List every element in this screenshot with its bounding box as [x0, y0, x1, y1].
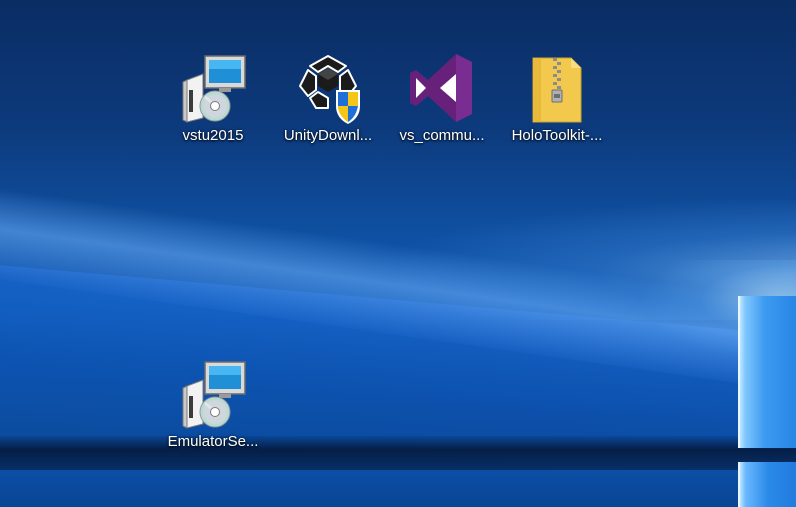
desktop-icon-unitydownload[interactable]: UnityDownl... — [272, 50, 384, 145]
visual-studio-icon — [404, 50, 480, 126]
wallpaper-lower-band — [0, 470, 796, 507]
zip-folder-icon — [519, 50, 595, 126]
desktop-icon-vstu2015[interactable]: vstu2015 — [157, 50, 269, 145]
desktop-icon-vs-community[interactable]: vs_commu... — [386, 50, 498, 145]
desktop-icon-label: vs_commu... — [399, 127, 485, 144]
installer-icon — [175, 356, 251, 432]
wallpaper-light-beam — [0, 180, 796, 409]
wallpaper-light-beam — [0, 260, 796, 507]
wallpaper-windows-logo-pane — [738, 296, 796, 448]
desktop-icon-label: EmulatorSe... — [167, 433, 259, 450]
wallpaper-windows-logo-pane — [738, 462, 796, 507]
wallpaper-window-glow — [640, 260, 796, 360]
desktop-icon-holotoolkit[interactable]: HoloToolkit-... — [501, 50, 613, 145]
desktop-icon-label: UnityDownl... — [283, 127, 373, 144]
installer-icon — [175, 50, 251, 126]
desktop-icon-label: HoloToolkit-... — [511, 127, 603, 144]
desktop-icon-emulatorsetup[interactable]: EmulatorSe... — [157, 356, 269, 451]
wallpaper-glow — [400, 200, 796, 320]
unity-installer-icon — [290, 50, 366, 126]
desktop-icon-label: vstu2015 — [182, 127, 244, 144]
desktop[interactable]: vstu2015 UnityDownl... vs_commu... HoloT… — [0, 0, 796, 507]
wallpaper-shadow-band — [0, 436, 796, 470]
